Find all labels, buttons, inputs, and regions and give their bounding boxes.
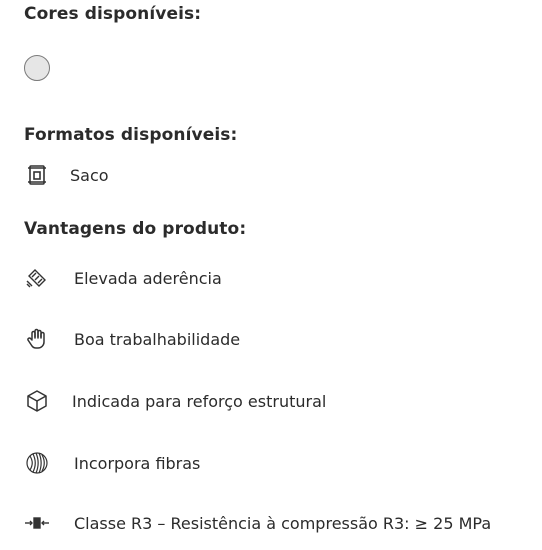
- format-label: Saco: [70, 165, 109, 185]
- advantage-item-structural: Indicada para reforço estrutural: [24, 388, 326, 414]
- advantage-item-workability: Boa trabalhabilidade: [24, 326, 240, 352]
- advantages-title: Vantagens do produto:: [24, 219, 247, 239]
- advantage-item-compression: Classe R3 – Resistência à compressão R3:…: [24, 510, 491, 536]
- adhesion-icon: [24, 265, 50, 291]
- advantage-item-adhesion: Elevada aderência: [24, 265, 222, 291]
- format-item-bag: Saco: [24, 162, 109, 188]
- fibers-icon: [24, 450, 50, 476]
- advantage-label: Classe R3 – Resistência à compressão R3:…: [74, 513, 492, 533]
- product-info-panel: Cores disponíveis: Formatos disponíveis:…: [0, 0, 542, 550]
- formats-title: Formatos disponíveis:: [24, 125, 238, 145]
- advantage-label: Incorpora fibras: [74, 453, 201, 473]
- advantage-item-fibers: Incorpora fibras: [24, 450, 200, 476]
- bag-icon: [24, 162, 50, 188]
- advantage-label: Boa trabalhabilidade: [74, 329, 241, 349]
- advantage-label: Elevada aderência: [74, 268, 222, 288]
- cube-icon: [24, 388, 50, 414]
- hand-icon: [24, 326, 50, 352]
- color-swatch[interactable]: [24, 55, 50, 81]
- compression-icon: [24, 510, 50, 536]
- colors-title: Cores disponíveis:: [24, 4, 202, 24]
- advantage-label: Indicada para reforço estrutural: [72, 391, 327, 411]
